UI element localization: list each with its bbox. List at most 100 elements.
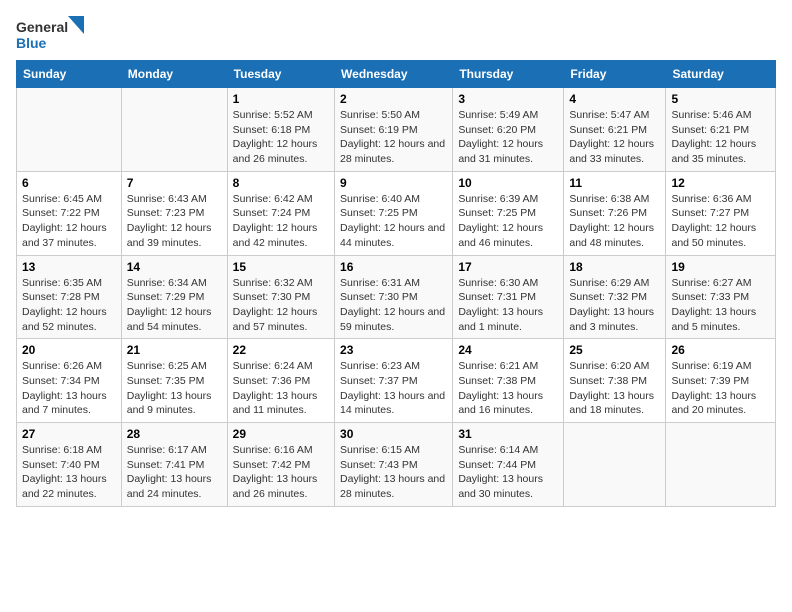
day-info: Sunrise: 6:29 AMSunset: 7:32 PMDaylight:…	[569, 276, 660, 335]
col-header-saturday: Saturday	[666, 61, 776, 88]
svg-text:General: General	[16, 19, 68, 35]
day-cell	[121, 88, 227, 172]
day-info: Sunrise: 6:42 AMSunset: 7:24 PMDaylight:…	[233, 192, 329, 251]
day-cell: 28 Sunrise: 6:17 AMSunset: 7:41 PMDayligh…	[121, 423, 227, 507]
day-number: 7	[127, 176, 222, 190]
day-cell	[17, 88, 122, 172]
logo: GeneralBlue	[16, 16, 86, 52]
col-header-sunday: Sunday	[17, 61, 122, 88]
day-cell: 8 Sunrise: 6:42 AMSunset: 7:24 PMDaylight…	[227, 171, 334, 255]
day-number: 11	[569, 176, 660, 190]
day-info: Sunrise: 6:15 AMSunset: 7:43 PMDaylight:…	[340, 443, 447, 502]
day-number: 16	[340, 260, 447, 274]
day-number: 22	[233, 343, 329, 357]
day-info: Sunrise: 6:43 AMSunset: 7:23 PMDaylight:…	[127, 192, 222, 251]
day-number: 3	[458, 92, 558, 106]
day-number: 1	[233, 92, 329, 106]
day-cell: 6Sunrise: 6:45 AMSunset: 7:22 PMDaylight…	[17, 171, 122, 255]
svg-text:Blue: Blue	[16, 35, 47, 51]
day-cell: 21 Sunrise: 6:25 AMSunset: 7:35 PMDayligh…	[121, 339, 227, 423]
day-info: Sunrise: 6:20 AMSunset: 7:38 PMDaylight:…	[569, 359, 660, 418]
day-info: Sunrise: 6:27 AMSunset: 7:33 PMDaylight:…	[671, 276, 770, 335]
day-cell: 10 Sunrise: 6:39 AMSunset: 7:25 PMDayligh…	[453, 171, 564, 255]
day-cell: 5Sunrise: 5:46 AMSunset: 6:21 PMDaylight…	[666, 88, 776, 172]
day-info: Sunrise: 6:24 AMSunset: 7:36 PMDaylight:…	[233, 359, 329, 418]
day-info: Sunrise: 6:31 AMSunset: 7:30 PMDaylight:…	[340, 276, 447, 335]
day-number: 4	[569, 92, 660, 106]
week-row-3: 13 Sunrise: 6:35 AMSunset: 7:28 PMDayligh…	[17, 255, 776, 339]
day-info: Sunrise: 6:38 AMSunset: 7:26 PMDaylight:…	[569, 192, 660, 251]
day-cell: 16 Sunrise: 6:31 AMSunset: 7:30 PMDayligh…	[335, 255, 453, 339]
day-number: 10	[458, 176, 558, 190]
logo-svg: GeneralBlue	[16, 16, 86, 52]
week-row-4: 20Sunrise: 6:26 AMSunset: 7:34 PMDayligh…	[17, 339, 776, 423]
col-header-friday: Friday	[564, 61, 666, 88]
day-cell: 22 Sunrise: 6:24 AMSunset: 7:36 PMDayligh…	[227, 339, 334, 423]
day-info: Sunrise: 5:52 AMSunset: 6:18 PMDaylight:…	[233, 108, 329, 167]
calendar-table: SundayMondayTuesdayWednesdayThursdayFrid…	[16, 60, 776, 507]
day-number: 2	[340, 92, 447, 106]
day-number: 5	[671, 92, 770, 106]
day-cell: 2 Sunrise: 5:50 AMSunset: 6:19 PMDaylight…	[335, 88, 453, 172]
col-header-monday: Monday	[121, 61, 227, 88]
day-number: 28	[127, 427, 222, 441]
page-header: GeneralBlue	[16, 16, 776, 52]
day-cell: 13 Sunrise: 6:35 AMSunset: 7:28 PMDayligh…	[17, 255, 122, 339]
day-number: 8	[233, 176, 329, 190]
day-number: 24	[458, 343, 558, 357]
day-cell	[564, 423, 666, 507]
day-info: Sunrise: 6:36 AMSunset: 7:27 PMDaylight:…	[671, 192, 770, 251]
day-number: 17	[458, 260, 558, 274]
day-cell: 20Sunrise: 6:26 AMSunset: 7:34 PMDayligh…	[17, 339, 122, 423]
day-info: Sunrise: 5:50 AMSunset: 6:19 PMDaylight:…	[340, 108, 447, 167]
day-number: 31	[458, 427, 558, 441]
day-cell: 9 Sunrise: 6:40 AMSunset: 7:25 PMDaylight…	[335, 171, 453, 255]
day-number: 6	[22, 176, 116, 190]
day-cell: 1 Sunrise: 5:52 AMSunset: 6:18 PMDaylight…	[227, 88, 334, 172]
day-cell: 14 Sunrise: 6:34 AMSunset: 7:29 PMDayligh…	[121, 255, 227, 339]
week-row-5: 27Sunrise: 6:18 AMSunset: 7:40 PMDayligh…	[17, 423, 776, 507]
day-number: 9	[340, 176, 447, 190]
day-number: 20	[22, 343, 116, 357]
day-number: 14	[127, 260, 222, 274]
header-row: SundayMondayTuesdayWednesdayThursdayFrid…	[17, 61, 776, 88]
day-cell: 12 Sunrise: 6:36 AMSunset: 7:27 PMDayligh…	[666, 171, 776, 255]
day-cell	[666, 423, 776, 507]
day-number: 19	[671, 260, 770, 274]
day-info: Sunrise: 6:39 AMSunset: 7:25 PMDaylight:…	[458, 192, 558, 251]
day-number: 12	[671, 176, 770, 190]
day-info: Sunrise: 6:25 AMSunset: 7:35 PMDaylight:…	[127, 359, 222, 418]
week-row-2: 6Sunrise: 6:45 AMSunset: 7:22 PMDaylight…	[17, 171, 776, 255]
day-info: Sunrise: 6:35 AMSunset: 7:28 PMDaylight:…	[22, 276, 116, 335]
day-cell: 15 Sunrise: 6:32 AMSunset: 7:30 PMDayligh…	[227, 255, 334, 339]
week-row-1: 1 Sunrise: 5:52 AMSunset: 6:18 PMDaylight…	[17, 88, 776, 172]
day-cell: 24 Sunrise: 6:21 AMSunset: 7:38 PMDayligh…	[453, 339, 564, 423]
day-info: Sunrise: 6:30 AMSunset: 7:31 PMDaylight:…	[458, 276, 558, 335]
day-number: 21	[127, 343, 222, 357]
day-number: 30	[340, 427, 447, 441]
day-info: Sunrise: 6:18 AMSunset: 7:40 PMDaylight:…	[22, 443, 116, 502]
day-number: 13	[22, 260, 116, 274]
day-cell: 11 Sunrise: 6:38 AMSunset: 7:26 PMDayligh…	[564, 171, 666, 255]
day-cell: 19 Sunrise: 6:27 AMSunset: 7:33 PMDayligh…	[666, 255, 776, 339]
day-info: Sunrise: 6:34 AMSunset: 7:29 PMDaylight:…	[127, 276, 222, 335]
day-info: Sunrise: 5:49 AMSunset: 6:20 PMDaylight:…	[458, 108, 558, 167]
day-cell: 3 Sunrise: 5:49 AMSunset: 6:20 PMDaylight…	[453, 88, 564, 172]
day-cell: 27Sunrise: 6:18 AMSunset: 7:40 PMDayligh…	[17, 423, 122, 507]
day-cell: 25Sunrise: 6:20 AMSunset: 7:38 PMDayligh…	[564, 339, 666, 423]
day-cell: 30 Sunrise: 6:15 AMSunset: 7:43 PMDayligh…	[335, 423, 453, 507]
day-cell: 17 Sunrise: 6:30 AMSunset: 7:31 PMDayligh…	[453, 255, 564, 339]
day-number: 15	[233, 260, 329, 274]
day-cell: 18 Sunrise: 6:29 AMSunset: 7:32 PMDayligh…	[564, 255, 666, 339]
day-number: 29	[233, 427, 329, 441]
day-info: Sunrise: 6:14 AMSunset: 7:44 PMDaylight:…	[458, 443, 558, 502]
day-info: Sunrise: 6:32 AMSunset: 7:30 PMDaylight:…	[233, 276, 329, 335]
day-number: 18	[569, 260, 660, 274]
day-cell: 31 Sunrise: 6:14 AMSunset: 7:44 PMDayligh…	[453, 423, 564, 507]
day-info: Sunrise: 6:19 AMSunset: 7:39 PMDaylight:…	[671, 359, 770, 418]
day-info: Sunrise: 6:21 AMSunset: 7:38 PMDaylight:…	[458, 359, 558, 418]
day-info: Sunrise: 6:17 AMSunset: 7:41 PMDaylight:…	[127, 443, 222, 502]
day-info: Sunrise: 6:40 AMSunset: 7:25 PMDaylight:…	[340, 192, 447, 251]
day-cell: 7 Sunrise: 6:43 AMSunset: 7:23 PMDaylight…	[121, 171, 227, 255]
day-cell: 26Sunrise: 6:19 AMSunset: 7:39 PMDayligh…	[666, 339, 776, 423]
